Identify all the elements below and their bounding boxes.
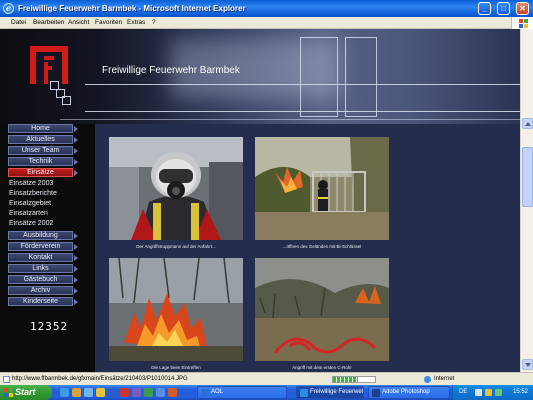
taskbar: Start DE 15:52 AOL Freiwillige Feuerweh..… [0, 385, 533, 400]
volume-icon[interactable] [485, 389, 492, 396]
menu-help[interactable]: ? [152, 19, 156, 26]
nav-sublink[interactable]: Einsatzgebiet [9, 200, 51, 207]
status-bar: http://www.ffbarmbek.de/gfxmain/Einsätze… [0, 372, 533, 385]
nav-arrow-icon [74, 255, 78, 261]
windows-logo-icon [4, 388, 13, 397]
nav-arrow-icon [74, 299, 78, 305]
nav-arrow-icon [74, 244, 78, 250]
nav-arrow-icon [74, 159, 78, 165]
internet-zone-icon [424, 376, 431, 383]
loading-progress-bar [332, 376, 376, 383]
network-icon[interactable] [475, 389, 482, 396]
nav-sublink[interactable]: Einsatzberichte [9, 190, 57, 197]
quicklaunch-mail-icon[interactable] [96, 388, 105, 397]
nav-button[interactable]: Technik [8, 157, 78, 166]
quicklaunch-app-icon[interactable] [156, 388, 165, 397]
menu-bearbeiten[interactable]: Bearbeiten [33, 19, 64, 26]
internet-explorer-icon: e [3, 3, 14, 14]
nav-button[interactable]: Kontakt [8, 253, 78, 262]
nav-arrow-icon [74, 170, 78, 176]
photo-caption: Angriff mit dem ersten C-Rohr [292, 365, 352, 370]
quicklaunch-app-icon[interactable] [144, 388, 153, 397]
nav-button[interactable]: Aktuelles [8, 135, 78, 144]
nav-arrow-icon [74, 266, 78, 272]
nav-sublink[interactable]: Einsätze 2002 [9, 220, 53, 227]
nav-arrow-icon [74, 288, 78, 294]
language-indicator[interactable]: DE [459, 389, 467, 395]
quicklaunch-word-icon[interactable] [108, 388, 117, 397]
taskbar-button[interactable]: AOL [197, 386, 287, 399]
page-content: Freiwillige Feuerwehr Barmbek 12352 Der … [0, 29, 520, 372]
maximize-button[interactable]: □ [497, 2, 510, 15]
browser-window: e Freiwillige Feuerwehr Barmbek - Micros… [0, 0, 533, 385]
scroll-up-button[interactable] [522, 118, 533, 129]
nav-button[interactable]: Home [8, 124, 78, 133]
nav-arrow-icon [74, 137, 78, 143]
fire-department-logo[interactable] [30, 46, 68, 84]
taskbar-button-label: AOL [211, 389, 224, 395]
photo-firefighter-portrait[interactable] [109, 137, 243, 240]
photo-caption: Der Angriffstruppmann auf der Anfahrt... [136, 244, 216, 249]
nav-button[interactable]: Unser Team [8, 146, 78, 155]
menu-datei[interactable]: Datei [11, 19, 26, 26]
site-header-banner [0, 29, 520, 124]
visitor-counter: 12352 [30, 320, 69, 333]
photo-caption: Die Lage beim Eintreffen [151, 365, 201, 370]
nav-button[interactable]: Förderverein [8, 242, 78, 251]
logo-square-3 [62, 96, 71, 105]
quicklaunch-acrobat-icon[interactable] [120, 388, 129, 397]
nav-button[interactable]: Kinderseite [8, 297, 78, 306]
scrollbar-thumb[interactable] [522, 147, 533, 207]
security-zone-label: Internet [434, 376, 455, 382]
app-icon [201, 389, 209, 397]
taskbar-button[interactable]: Adobe Photoshop [368, 386, 450, 399]
nav-arrow-icon [74, 148, 78, 154]
site-title: Freiwillige Feuerwehr Barmbek [102, 65, 240, 76]
taskbar-button-label: Adobe Photoshop [382, 389, 430, 395]
menu-bar: Datei Bearbeiten Ansicht Favoriten Extra… [0, 17, 533, 29]
nav-button[interactable]: Ausbildung [8, 231, 78, 240]
clock: 15:52 [512, 389, 528, 395]
taskbar-button[interactable]: Freiwillige Feuerweh... [296, 386, 364, 399]
title-bar[interactable]: e Freiwillige Feuerwehr Barmbek - Micros… [0, 0, 533, 17]
nav-arrow-icon [74, 126, 78, 132]
status-url: http://www.ffbarmbek.de/gfxmain/Einsätze… [12, 376, 188, 382]
taskbar-button-label: Freiwillige Feuerweh... [310, 389, 364, 395]
photo-burning-brush[interactable] [109, 258, 243, 361]
tray-app-icon[interactable] [495, 389, 502, 396]
quicklaunch-desktop-icon[interactable] [84, 388, 93, 397]
app-icon [300, 389, 308, 397]
menu-extras[interactable]: Extras [127, 19, 145, 26]
quicklaunch-folder-icon[interactable] [72, 388, 81, 397]
window-title: Freiwillige Feuerwehr Barmbek - Microsof… [18, 4, 246, 13]
quicklaunch-app-icon[interactable] [132, 388, 141, 397]
app-icon [372, 389, 380, 397]
minimize-button[interactable]: _ [478, 2, 491, 15]
quicklaunch-ie-icon[interactable] [60, 388, 69, 397]
nav-button[interactable]: Einsätze [8, 168, 78, 177]
photo-hose-field[interactable] [255, 258, 389, 361]
system-tray: DE 15:52 [452, 385, 533, 400]
start-label: Start [15, 387, 36, 397]
nav-button[interactable]: Links [8, 264, 78, 273]
nav-arrow-icon [74, 233, 78, 239]
nav-arrow-icon [74, 277, 78, 283]
nav-sublink[interactable]: Einsätze 2003 [9, 180, 53, 187]
scroll-down-button[interactable] [522, 359, 533, 370]
page-icon [3, 376, 10, 383]
close-button[interactable]: ✕ [516, 2, 529, 15]
nav-sublink[interactable]: Einsatzarten [9, 210, 48, 217]
menu-favoriten[interactable]: Favoriten [95, 19, 122, 26]
nav-button[interactable]: Archiv [8, 286, 78, 295]
photo-firefighter-gate[interactable] [255, 137, 389, 240]
windows-logo-icon [511, 17, 533, 29]
start-button[interactable]: Start [0, 385, 52, 400]
nav-button[interactable]: Gästebuch [8, 275, 78, 284]
vertical-scrollbar[interactable] [520, 29, 533, 372]
menu-ansicht[interactable]: Ansicht [68, 19, 89, 26]
photo-caption: ...öffnen des Geländes mit Bi-Schlüssel [282, 244, 362, 249]
quicklaunch-app-icon[interactable] [168, 388, 177, 397]
